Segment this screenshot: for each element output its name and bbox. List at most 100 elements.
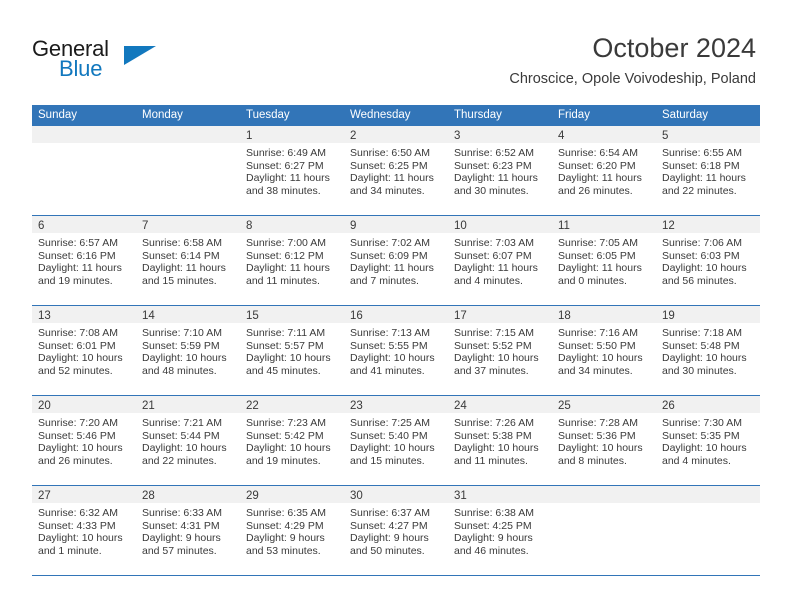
general-blue-logo[interactable]: General Blue	[32, 36, 162, 84]
calendar-week-row: 20 Sunrise: 7:20 AM Sunset: 5:46 PM Dayligh…	[32, 396, 760, 486]
calendar-day-cell[interactable]: 20 Sunrise: 7:20 AM Sunset: 5:46 PM Dayligh…	[32, 396, 136, 485]
calendar-day-cell[interactable]: 10 Sunrise: 7:03 AM Sunset: 6:07 PM Dayligh…	[448, 216, 552, 305]
calendar-day-cell[interactable]: 2 Sunrise: 6:50 AM Sunset: 6:25 PM Daylight…	[344, 126, 448, 215]
calendar-day-cell[interactable]: 26 Sunrise: 7:30 AM Sunset: 5:35 PM Dayligh…	[656, 396, 760, 485]
day-sun-info: Sunrise: 7:03 AM Sunset: 6:07 PM Daylight:…	[448, 233, 552, 287]
calendar-day-cell[interactable]: 14 Sunrise: 7:10 AM Sunset: 5:59 PM Dayligh…	[136, 306, 240, 395]
calendar-day-cell[interactable]: 16 Sunrise: 7:13 AM Sunset: 5:55 PM Dayligh…	[344, 306, 448, 395]
day-number: 27	[38, 490, 51, 502]
day-number-band: 2	[344, 126, 448, 143]
sunrise-text: Sunrise: 7:21 AM	[142, 417, 222, 429]
weekday-header-row: Sunday Monday Tuesday Wednesday Thursday…	[32, 105, 760, 126]
sunrise-text: Sunrise: 7:10 AM	[142, 327, 222, 339]
day-sun-info: Sunrise: 6:52 AM Sunset: 6:23 PM Daylight:…	[448, 143, 552, 197]
day-number: 8	[246, 220, 253, 232]
sunset-text: Sunset: 5:57 PM	[246, 339, 324, 352]
sunrise-text: Sunrise: 7:13 AM	[350, 327, 430, 339]
calendar-day-cell[interactable]: 31 Sunrise: 6:38 AM Sunset: 4:25 PM Dayligh…	[448, 486, 552, 575]
day-number: 4	[558, 130, 565, 142]
calendar-day-cell[interactable]: 17 Sunrise: 7:15 AM Sunset: 5:52 PM Dayligh…	[448, 306, 552, 395]
day-number: 13	[38, 310, 51, 322]
daylight-text: Daylight: 11 hours and 19 minutes.	[38, 262, 122, 287]
day-sun-info: Sunrise: 6:32 AM Sunset: 4:33 PM Daylight:…	[32, 503, 136, 557]
calendar-day-cell[interactable]: 22 Sunrise: 7:23 AM Sunset: 5:42 PM Dayligh…	[240, 396, 344, 485]
day-sun-info: Sunrise: 7:23 AM Sunset: 5:42 PM Daylight:…	[240, 413, 344, 467]
day-number-band: 29	[240, 486, 344, 503]
calendar-day-cell[interactable]: 24 Sunrise: 7:26 AM Sunset: 5:38 PM Dayligh…	[448, 396, 552, 485]
calendar-day-cell[interactable]: 11 Sunrise: 7:05 AM Sunset: 6:05 PM Dayligh…	[552, 216, 656, 305]
day-sun-info: Sunrise: 6:50 AM Sunset: 6:25 PM Daylight:…	[344, 143, 448, 197]
calendar-day-cell[interactable]: 28 Sunrise: 6:33 AM Sunset: 4:31 PM Dayligh…	[136, 486, 240, 575]
daylight-text: Daylight: 11 hours and 15 minutes.	[142, 262, 226, 287]
sunrise-text: Sunrise: 7:30 AM	[662, 417, 742, 429]
calendar-day-cell[interactable]: 3 Sunrise: 6:52 AM Sunset: 6:23 PM Daylight…	[448, 126, 552, 215]
calendar-day-cell[interactable]: 9 Sunrise: 7:02 AM Sunset: 6:09 PM Daylight…	[344, 216, 448, 305]
calendar-day-cell[interactable]: 23 Sunrise: 7:25 AM Sunset: 5:40 PM Dayligh…	[344, 396, 448, 485]
calendar-day-cell[interactable]: 13 Sunrise: 7:08 AM Sunset: 6:01 PM Dayligh…	[32, 306, 136, 395]
daylight-text: Daylight: 11 hours and 34 minutes.	[350, 172, 434, 197]
sunrise-text: Sunrise: 7:02 AM	[350, 237, 430, 249]
day-sun-info: Sunrise: 7:25 AM Sunset: 5:40 PM Daylight:…	[344, 413, 448, 467]
day-number-band: 27	[32, 486, 136, 503]
day-number: 7	[142, 220, 149, 232]
weekday-saturday: Saturday	[662, 109, 709, 121]
day-sun-info: Sunrise: 7:20 AM Sunset: 5:46 PM Daylight:…	[32, 413, 136, 467]
weekday-tuesday: Tuesday	[246, 109, 290, 121]
day-sun-info: Sunrise: 6:35 AM Sunset: 4:29 PM Daylight:…	[240, 503, 344, 557]
day-number-band: 11	[552, 216, 656, 233]
calendar-day-cell[interactable]: 21 Sunrise: 7:21 AM Sunset: 5:44 PM Dayligh…	[136, 396, 240, 485]
calendar-day-cell[interactable]: 5 Sunrise: 6:55 AM Sunset: 6:18 PM Daylight…	[656, 126, 760, 215]
day-number-band: 10	[448, 216, 552, 233]
daylight-text: Daylight: 11 hours and 7 minutes.	[350, 262, 434, 287]
day-number-band: 3	[448, 126, 552, 143]
day-number: 30	[350, 490, 363, 502]
weekday-sunday: Sunday	[38, 109, 78, 121]
calendar-grid: Sunday Monday Tuesday Wednesday Thursday…	[32, 105, 760, 576]
calendar-day-cell[interactable]: 7 Sunrise: 6:58 AM Sunset: 6:14 PM Daylight…	[136, 216, 240, 305]
day-number: 3	[454, 130, 461, 142]
day-number: 22	[246, 400, 259, 412]
calendar-day-cell[interactable]: 18 Sunrise: 7:16 AM Sunset: 5:50 PM Dayligh…	[552, 306, 656, 395]
day-number: 16	[350, 310, 363, 322]
calendar-day-cell[interactable]: 29 Sunrise: 6:35 AM Sunset: 4:29 PM Dayligh…	[240, 486, 344, 575]
calendar-week-row: 27 Sunrise: 6:32 AM Sunset: 4:33 PM Dayligh…	[32, 486, 760, 576]
day-number-band: 6	[32, 216, 136, 233]
day-number-band: 25	[552, 396, 656, 413]
calendar-day-cell[interactable]: 15 Sunrise: 7:11 AM Sunset: 5:57 PM Dayligh…	[240, 306, 344, 395]
sunset-text: Sunset: 5:55 PM	[350, 339, 428, 352]
day-number-band: 13	[32, 306, 136, 323]
sunset-text: Sunset: 4:25 PM	[454, 519, 532, 532]
day-sun-info: Sunrise: 7:26 AM Sunset: 5:38 PM Daylight:…	[448, 413, 552, 467]
calendar-day-cell[interactable]: 1 Sunrise: 6:49 AM Sunset: 6:27 PM Daylight…	[240, 126, 344, 215]
calendar-day-cell[interactable]: 8 Sunrise: 7:00 AM Sunset: 6:12 PM Daylight…	[240, 216, 344, 305]
day-number: 2	[350, 130, 357, 142]
day-number-band: 16	[344, 306, 448, 323]
day-number-band: 12	[656, 216, 760, 233]
daylight-text: Daylight: 10 hours and 11 minutes.	[454, 442, 539, 467]
daylight-text: Daylight: 10 hours and 22 minutes.	[142, 442, 227, 467]
day-number: 1	[246, 130, 253, 142]
title-block: October 2024 Chroscice, Opole Voivodeshi…	[509, 32, 756, 88]
weekday-friday: Friday	[558, 109, 590, 121]
daylight-text: Daylight: 10 hours and 19 minutes.	[246, 442, 331, 467]
day-sun-info: Sunrise: 7:13 AM Sunset: 5:55 PM Daylight:…	[344, 323, 448, 377]
sunset-text: Sunset: 6:09 PM	[350, 249, 428, 262]
sunrise-text: Sunrise: 7:26 AM	[454, 417, 534, 429]
day-number: 20	[38, 400, 51, 412]
calendar-day-cell[interactable]: 4 Sunrise: 6:54 AM Sunset: 6:20 PM Daylight…	[552, 126, 656, 215]
calendar-week-row: 1 Sunrise: 6:49 AM Sunset: 6:27 PM Daylight…	[32, 126, 760, 216]
calendar-day-cell[interactable]: 27 Sunrise: 6:32 AM Sunset: 4:33 PM Dayligh…	[32, 486, 136, 575]
sunset-text: Sunset: 4:27 PM	[350, 519, 428, 532]
sunrise-text: Sunrise: 7:23 AM	[246, 417, 326, 429]
day-sun-info: Sunrise: 6:55 AM Sunset: 6:18 PM Daylight:…	[656, 143, 760, 197]
sunrise-text: Sunrise: 6:35 AM	[246, 507, 326, 519]
day-number-band: 26	[656, 396, 760, 413]
calendar-day-cell[interactable]: 19 Sunrise: 7:18 AM Sunset: 5:48 PM Dayligh…	[656, 306, 760, 395]
calendar-day-cell[interactable]: 12 Sunrise: 7:06 AM Sunset: 6:03 PM Dayligh…	[656, 216, 760, 305]
page-subtitle: Chroscice, Opole Voivodeship, Poland	[509, 71, 756, 87]
calendar-day-cell[interactable]: 30 Sunrise: 6:37 AM Sunset: 4:27 PM Dayligh…	[344, 486, 448, 575]
calendar-day-cell[interactable]: 6 Sunrise: 6:57 AM Sunset: 6:16 PM Daylight…	[32, 216, 136, 305]
day-sun-info: Sunrise: 7:15 AM Sunset: 5:52 PM Daylight:…	[448, 323, 552, 377]
calendar-day-cell[interactable]: 25 Sunrise: 7:28 AM Sunset: 5:36 PM Dayligh…	[552, 396, 656, 485]
sunrise-text: Sunrise: 7:05 AM	[558, 237, 638, 249]
